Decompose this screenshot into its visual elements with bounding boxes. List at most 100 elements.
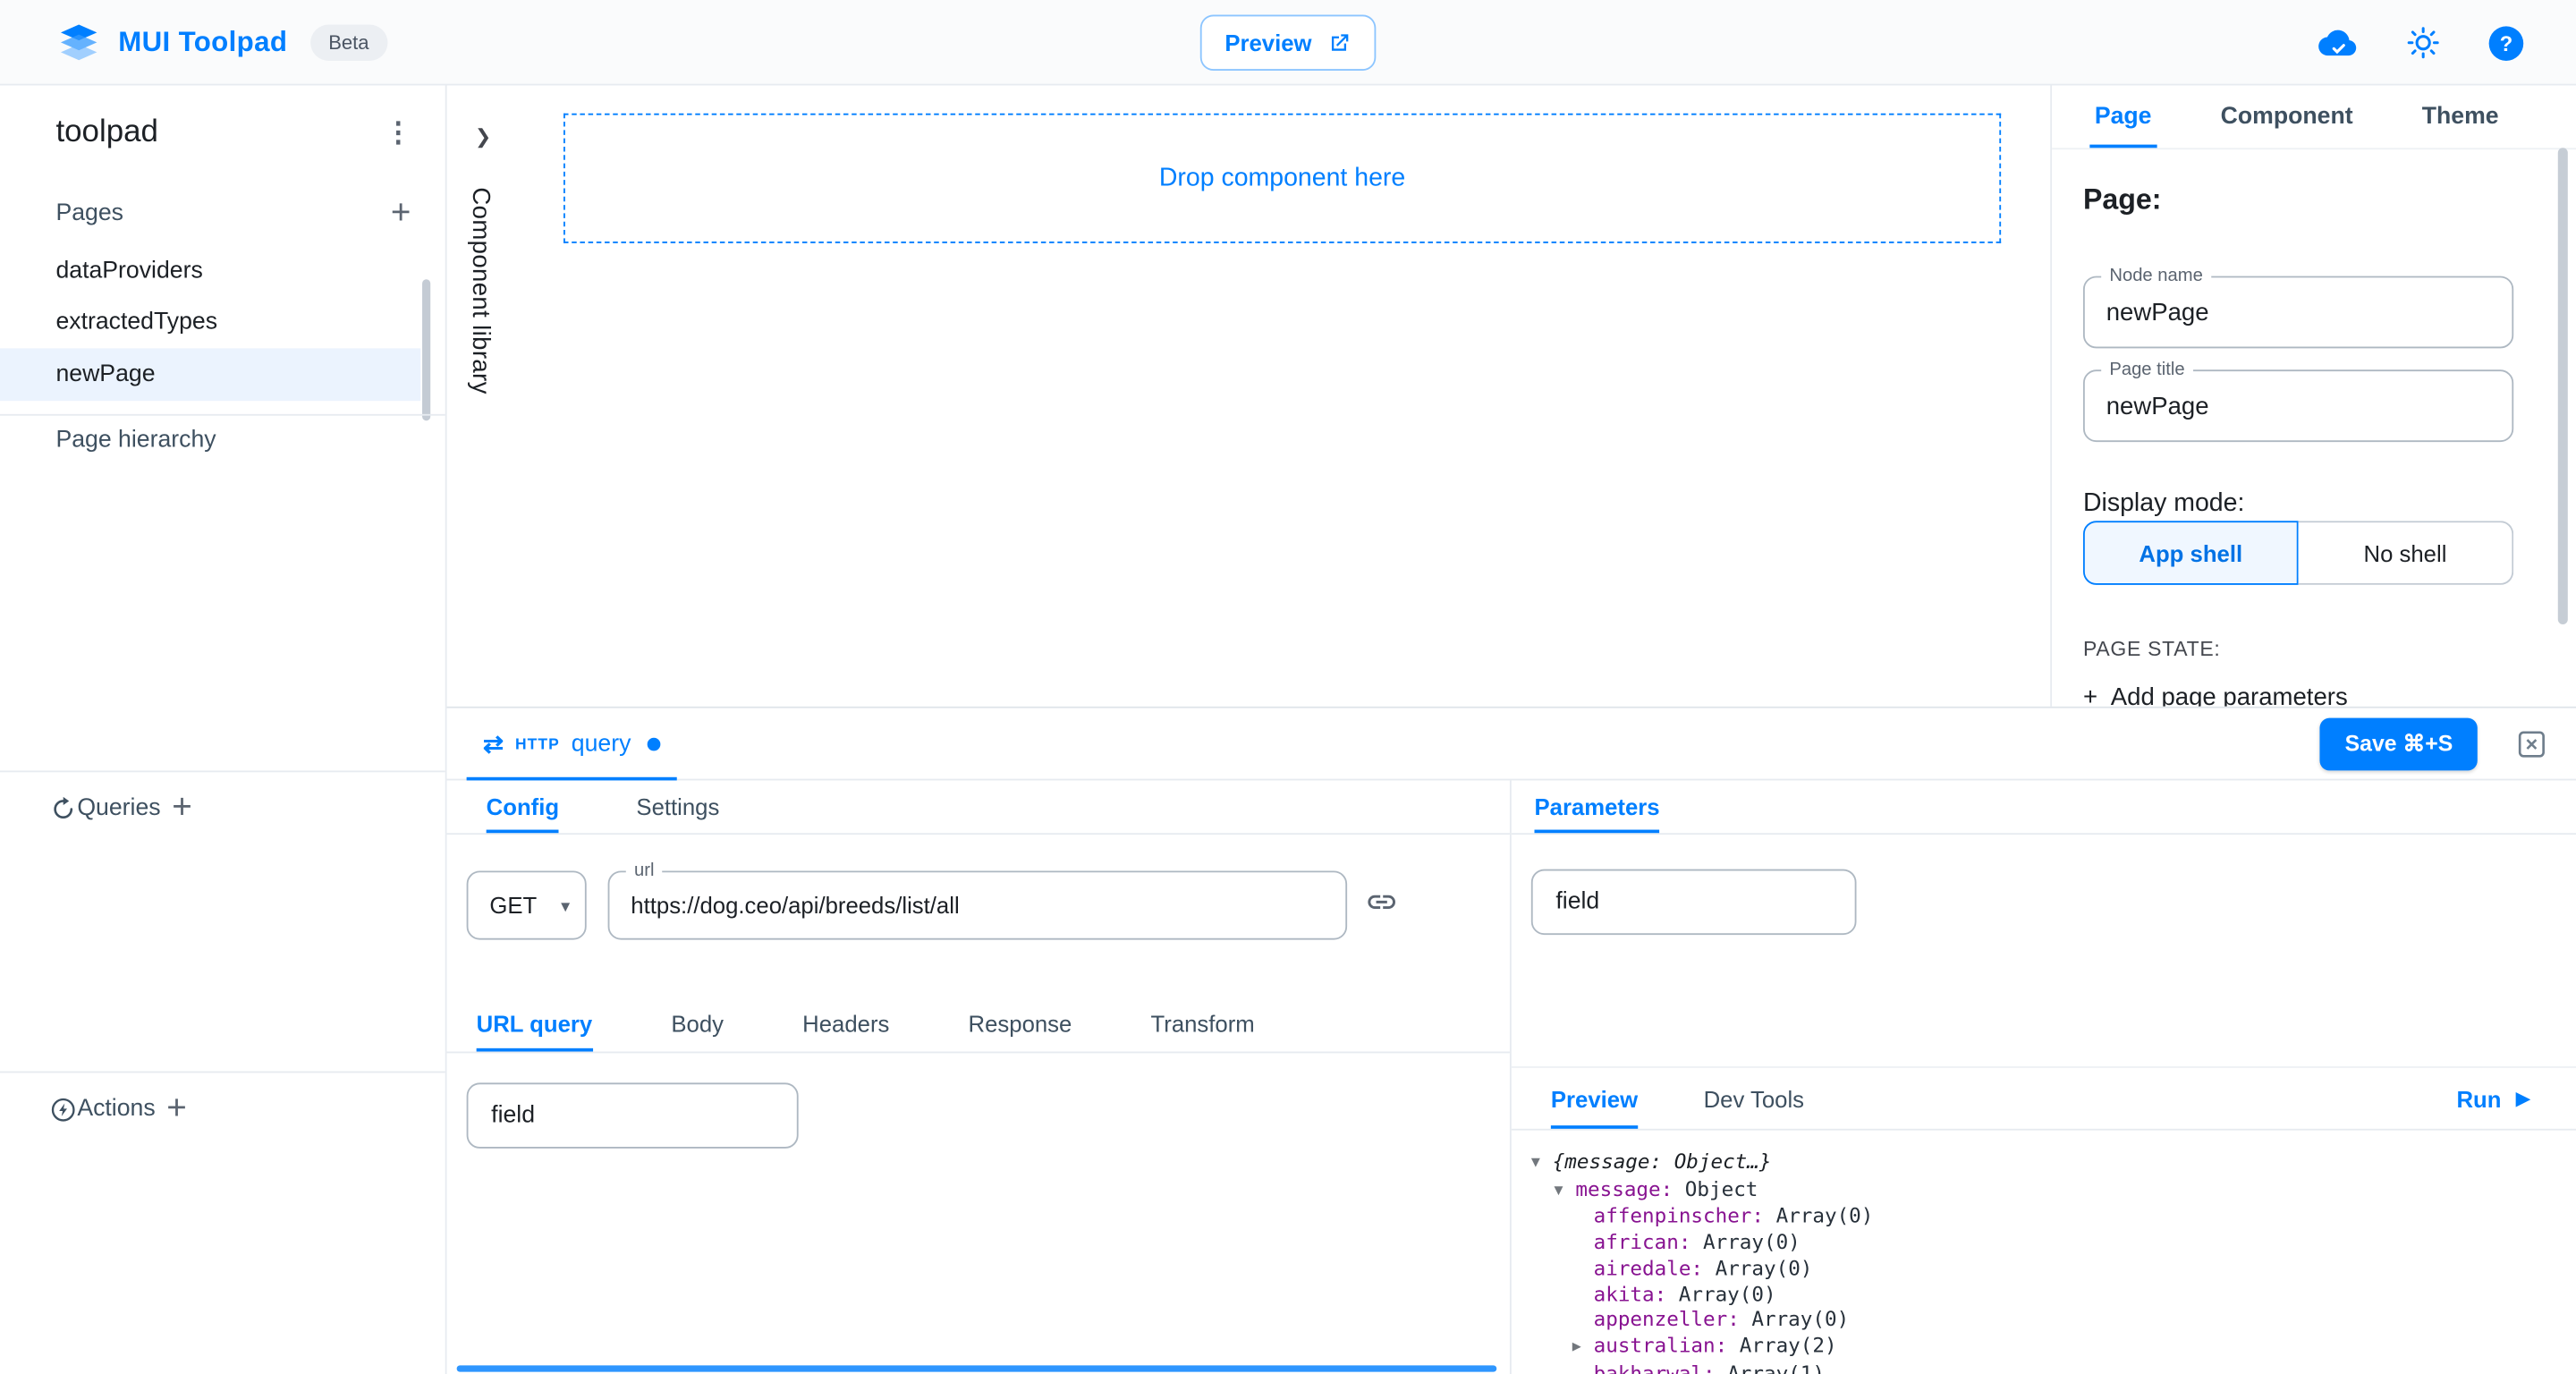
json-tree-row: airedale:Array(0) [1531,1257,2576,1283]
unsaved-indicator [648,737,661,751]
component-library-toggle[interactable]: ❯ Component library [447,86,513,707]
tab-url-query[interactable]: URL query [477,994,593,1051]
page-section-title: Page: [2083,182,2162,217]
url-query-param-input[interactable] [467,1082,799,1148]
node-name-label: Node name [2101,267,2211,286]
query-protocol-label: HTTP [515,736,560,754]
inspector-tabs: Page Component Theme [2052,86,2576,150]
divider [0,414,445,416]
page-item-dataproviders[interactable]: dataProviders [0,245,420,297]
query-tab-bar: ⇄ HTTP query Save ⌘+S [447,708,2576,781]
save-button[interactable]: Save ⌘+S [2320,718,2478,771]
chevron-down-icon: ▾ [561,895,570,916]
queries-section-label: Queries [77,795,160,821]
link-icon[interactable] [1365,886,1398,919]
pages-list: dataProviders extractedTypes newPage [0,245,420,401]
actions-section-label: Actions [77,1096,155,1122]
pages-section-label: Pages [55,200,123,226]
tab-body[interactable]: Body [671,994,724,1051]
help-icon[interactable]: ? [2489,25,2524,60]
tab-page[interactable]: Page [2095,86,2152,148]
page-title-field: Page title [2083,369,2513,442]
add-query-button[interactable]: + [161,787,204,830]
display-mode-toggle-group: App shell No shell [2083,521,2513,585]
actions-icon [49,1095,77,1123]
beta-badge: Beta [310,25,387,61]
tab-response[interactable]: Response [969,994,1072,1051]
request-tabs: URL query Body Headers Response Transfor… [447,994,1510,1053]
parameters-column: Parameters Preview Dev Tools Run ▶ ▼{mes… [1512,780,2576,1374]
tab-theme[interactable]: Theme [2422,86,2499,148]
page-item-newpage[interactable]: newPage [0,348,420,400]
page-title-input[interactable] [2085,371,2512,440]
inspector-panel: Page Component Theme Page: Node name Pag… [2050,86,2576,707]
tab-dev-tools[interactable]: Dev Tools [1704,1068,1804,1129]
tab-headers[interactable]: Headers [802,994,889,1051]
query-name-label: query [572,730,631,756]
add-page-button[interactable]: + [379,192,422,235]
actions-section[interactable]: Actions + [0,1073,445,1145]
brightness-icon[interactable] [2405,25,2441,61]
expand-arrow-icon[interactable]: ▶ [1572,1336,1594,1361]
page-hierarchy-label: Page hierarchy [55,428,216,454]
json-tree-row[interactable]: ▼{message: Object…} [1531,1150,2576,1178]
project-menu-icon[interactable]: ⋮ [385,116,412,149]
page-title-label: Page title [2101,360,2193,379]
url-input[interactable] [609,872,1345,937]
page-state-label: PAGE STATE: [2083,638,2221,661]
mui-logo [59,25,98,61]
node-name-input[interactable] [2085,277,2512,346]
page-item-extractedtypes[interactable]: extractedTypes [0,297,420,349]
json-tree-row: african:Array(0) [1531,1231,2576,1257]
plus-icon: + [2083,683,2097,707]
canvas: ❯ Component library Drop component here [447,86,2051,707]
toggle-no-shell[interactable]: No shell [2299,521,2514,585]
app-root: MUI Toolpad Beta Preview [0,0,2576,1374]
inspector-scrollbar[interactable] [2558,148,2568,624]
query-tab[interactable]: ⇄ HTTP query [467,708,677,779]
queries-icon [49,794,77,822]
tab-config[interactable]: Config [487,780,559,833]
query-result-tree: ▼{message: Object…} ▼message:Object affe… [1512,1131,2576,1374]
app-title: MUI Toolpad [118,26,287,59]
tab-transform[interactable]: Transform [1151,994,1255,1051]
json-tree-row: appenzeller:Array(0) [1531,1308,2576,1334]
json-tree-row: akita:Array(0) [1531,1283,2576,1309]
json-tree-row: affenpinscher:Array(0) [1531,1205,2576,1231]
tab-parameters[interactable]: Parameters [1535,780,1660,833]
json-tree-row[interactable]: ▶australian:Array(2) [1531,1334,2576,1361]
parameter-name-input[interactable] [1531,869,1857,935]
query-editor-panel: ⇄ HTTP query Save ⌘+S Config Settings [447,707,2576,1374]
cloud-icon[interactable] [2315,27,2358,58]
http-query-icon: ⇄ [483,729,504,759]
json-tree-row[interactable]: ▼message:Object [1531,1177,2576,1205]
preview-toolbar: Preview Dev Tools Run ▶ [1512,1066,2576,1131]
drop-zone[interactable]: Drop component here [564,114,2001,243]
config-tabs: Config Settings [447,780,1510,835]
component-library-label: Component library [467,187,495,394]
toggle-app-shell[interactable]: App shell [2083,521,2299,585]
node-name-field: Node name [2083,276,2513,349]
tab-component[interactable]: Component [2221,86,2353,148]
external-link-icon [1326,30,1352,55]
run-button[interactable]: Run ▶ [2456,1068,2529,1129]
preview-button[interactable]: Preview [1200,15,1376,71]
url-field: url [608,870,1348,939]
pages-list-scrollbar[interactable] [422,279,430,420]
horizontal-scrollbar[interactable] [457,1365,1497,1371]
add-action-button[interactable]: + [156,1088,199,1131]
display-mode-label: Display mode: [2083,489,2244,519]
sidebar: toolpad ⋮ Pages + dataProviders extracte… [0,86,447,1374]
query-editor-body: Config Settings GET ▾ url UR [447,780,2576,1374]
expand-arrow-icon[interactable]: ▼ [1531,1152,1553,1178]
method-select[interactable]: GET ▾ [467,870,587,939]
parameters-tabs: Parameters [1512,780,2576,835]
project-name: toolpad [55,115,158,151]
tab-settings[interactable]: Settings [636,780,719,833]
tab-preview[interactable]: Preview [1551,1068,1638,1129]
add-page-parameters-button[interactable]: + Add page parameters [2083,683,2348,707]
play-icon: ▶ [2516,1088,2530,1109]
expand-arrow-icon[interactable]: ▼ [1555,1179,1576,1205]
close-panel-icon[interactable] [2517,730,2546,759]
queries-section[interactable]: Queries + [0,772,445,844]
